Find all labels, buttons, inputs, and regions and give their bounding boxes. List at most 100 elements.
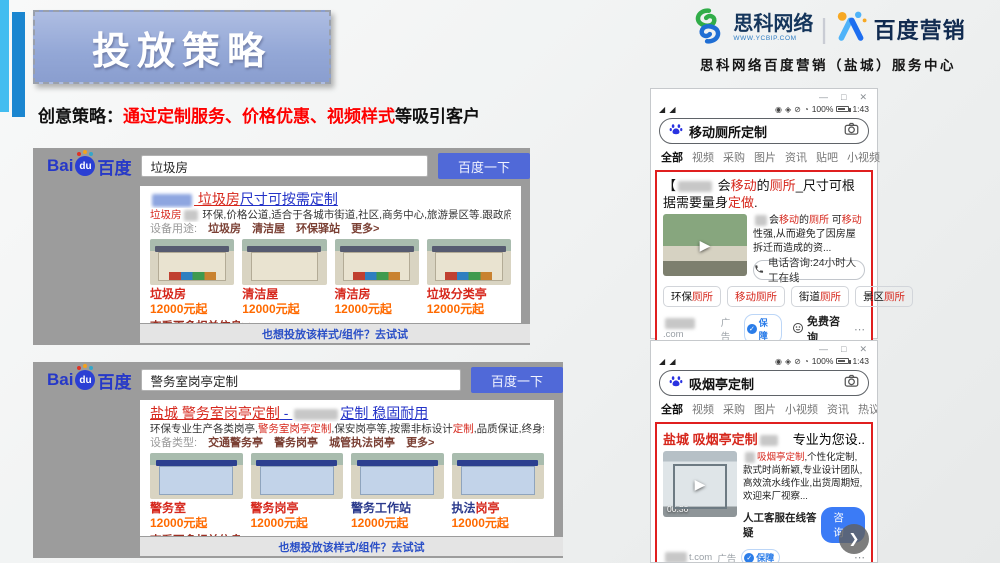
play-icon: ▶ — [663, 214, 747, 276]
product-cards-row: 警务室 12000元起 警务岗亭 12000元起 警务工作站 12000元起 执… — [150, 453, 544, 530]
search-input[interactable]: 警务室岗亭定制 — [141, 369, 461, 391]
product-price: 12000元起 — [335, 302, 419, 316]
baidu-logo-cn: 百度 — [97, 154, 131, 179]
product-image — [251, 453, 344, 499]
video-thumbnail[interactable]: ▶ 00:36 — [663, 451, 737, 517]
product-card[interactable]: 垃圾房 12000元起 — [150, 239, 234, 316]
close-button[interactable]: ✕ — [859, 93, 867, 102]
baidu-search-button[interactable]: 百度一下 — [471, 367, 563, 393]
ad-title-link[interactable]: 盐城 警务室岗亭定制 - 定制 稳固耐用 — [150, 404, 544, 422]
sitelinks-row: 设备用途: 垃圾房 清洁屋 环保驿站 更多> — [150, 222, 511, 236]
baidu-search-header: Bai du 百度 垃圾房 百度一下 — [33, 148, 530, 184]
baidu-paw-icon: du — [75, 156, 95, 176]
window-controls: — □ ✕ — [651, 341, 877, 354]
ad-title[interactable]: 【 会移动的厕所_尺寸可根据需要量身定做. — [663, 177, 865, 211]
video-duration: 00:36 — [667, 504, 688, 514]
ad-title-left: 盐城 吸烟亭定制 — [663, 429, 780, 448]
product-card[interactable]: 垃圾分类亭 12000元起 — [427, 239, 511, 316]
product-card[interactable]: 执法岗亭 12000元起 — [452, 453, 545, 530]
product-image — [427, 239, 511, 285]
ad-url-row: t.com 广告 ✓保障 ⋯ — [663, 549, 865, 563]
tab-purchase[interactable]: 采购 — [723, 401, 745, 417]
tab-news[interactable]: 资讯 — [827, 401, 849, 417]
ad-label: 广告 — [721, 315, 739, 343]
sitelink[interactable]: 警务岗亭 — [274, 436, 318, 450]
status-bar: ◢ ◢ ◉ ◈ ⊘ ◔ 100% 1:43 — [651, 102, 877, 114]
camera-icon[interactable] — [844, 121, 859, 141]
mobile-search-bar[interactable]: 移动厕所定制 — [659, 118, 869, 144]
sitelink[interactable]: 环保驿站 — [296, 222, 340, 236]
ad-description: 吸烟亭定制,个性化定制,款式时尚新颖,专业设计团队,高效流水线作业,出货周期短,… — [743, 451, 865, 503]
tab-all[interactable]: 全部 — [661, 149, 683, 165]
baidu-search-button[interactable]: 百度一下 — [438, 153, 530, 179]
product-card[interactable]: 警务室 12000元起 — [150, 453, 243, 530]
strategy-highlight: 通过定制服务、价格优惠、视频样式 — [123, 107, 395, 126]
ad-title-row[interactable]: 盐城 吸烟亭定制 专业为您设.. — [663, 429, 865, 448]
minimize-button[interactable]: — — [819, 345, 828, 354]
chat-icon — [792, 322, 804, 337]
tab-news[interactable]: 资讯 — [785, 149, 807, 165]
product-name: 警务工作站 — [351, 501, 444, 516]
camera-icon[interactable] — [844, 373, 859, 393]
phone-consult-button[interactable]: 电话咨询:24小时人工在线 — [753, 260, 865, 280]
tab-images[interactable]: 图片 — [754, 149, 776, 165]
close-button[interactable]: ✕ — [859, 345, 867, 354]
tag-button[interactable]: 景区厕所 — [855, 286, 913, 307]
maximize-button[interactable]: □ — [841, 345, 846, 354]
product-name: 警务室 — [150, 501, 243, 516]
sike-logo-text: 思科网络 WWW.YCBIP.COM — [733, 14, 813, 43]
next-arrow-button[interactable]: ❯ — [839, 524, 869, 554]
sitelink[interactable]: 更多> — [351, 222, 379, 236]
mute-icon: ⊘ — [794, 105, 801, 114]
product-card[interactable]: 警务岗亭 12000元起 — [251, 453, 344, 530]
sitelinks-label: 设备用途: — [150, 222, 197, 236]
status-time: 1:43 — [852, 356, 869, 366]
sitelink[interactable]: 交通警务亭 — [208, 436, 263, 450]
sitelink[interactable]: 城管执法岗亭 — [329, 436, 395, 450]
sitelink[interactable]: 清洁屋 — [252, 222, 285, 236]
shield-icon: ◈ — [785, 105, 791, 114]
see-more-link[interactable]: 查看更多相关信息>> — [150, 318, 511, 323]
tab-images[interactable]: 图片 — [754, 401, 776, 417]
product-card[interactable]: 清洁房 12000元起 — [335, 239, 419, 316]
sitelink[interactable]: 垃圾房 — [208, 222, 241, 236]
signal-icon: ◢ ◢ — [659, 105, 677, 114]
video-thumbnail[interactable]: ▶ — [663, 214, 747, 276]
search-input[interactable]: 垃圾房 — [141, 155, 428, 177]
minimize-button[interactable]: — — [819, 93, 828, 102]
more-options-icon[interactable]: ⋯ — [854, 323, 865, 336]
product-card[interactable]: 清洁屋 12000元起 — [242, 239, 326, 316]
battery-percent: 100% — [812, 356, 834, 366]
tab-purchase[interactable]: 采购 — [723, 149, 745, 165]
tag-button[interactable]: 街道厕所 — [791, 286, 849, 307]
strategy-label: 创意策略： — [38, 107, 123, 126]
strategy-line: 创意策略：通过定制服务、价格优惠、视频样式等吸引客户 — [38, 102, 480, 127]
tab-hot[interactable]: 热议 — [858, 401, 878, 417]
see-more-link[interactable]: 查看更多相关信息>> — [150, 532, 544, 536]
product-cards-row: 垃圾房 12000元起 清洁屋 12000元起 清洁房 12000元起 垃圾分类… — [150, 239, 511, 316]
product-name: 执法岗亭 — [452, 501, 545, 516]
strategy-tail: 等吸引客户 — [395, 107, 480, 126]
tag-button[interactable]: 环保厕所 — [663, 286, 721, 307]
tag-button[interactable]: 移动厕所 — [727, 286, 785, 307]
try-style-footer-link[interactable]: 也想投放该样式/组件？去试试 — [140, 537, 563, 556]
ad-title-link[interactable]: 垃圾房尺寸可按需定制 — [150, 190, 511, 208]
product-image — [150, 453, 243, 499]
tab-video[interactable]: 视频 — [692, 401, 714, 417]
tag-buttons-row: 环保厕所 移动厕所 街道厕所 景区厕所 — [663, 286, 865, 307]
product-card[interactable]: 警务工作站 12000元起 — [351, 453, 444, 530]
mobile-search-bar[interactable]: 吸烟亭定制 — [659, 370, 869, 396]
product-image — [335, 239, 419, 285]
product-price: 12000元起 — [251, 516, 344, 530]
baidu-logo: Bai du 百度 — [47, 154, 131, 179]
tab-minivideo[interactable]: 小视频 — [785, 401, 818, 417]
maximize-button[interactable]: □ — [841, 93, 846, 102]
tab-all[interactable]: 全部 — [661, 401, 683, 417]
tab-video[interactable]: 视频 — [692, 149, 714, 165]
tab-tieba[interactable]: 贴吧 — [816, 149, 838, 165]
product-price: 12000元起 — [427, 302, 511, 316]
tab-minivideo[interactable]: 小视频 — [847, 149, 880, 165]
try-style-footer-link[interactable]: 也想投放该样式/组件？去试试 — [140, 324, 530, 343]
sitelink[interactable]: 更多> — [406, 436, 434, 450]
title-banner: 投放策略 — [33, 10, 331, 84]
